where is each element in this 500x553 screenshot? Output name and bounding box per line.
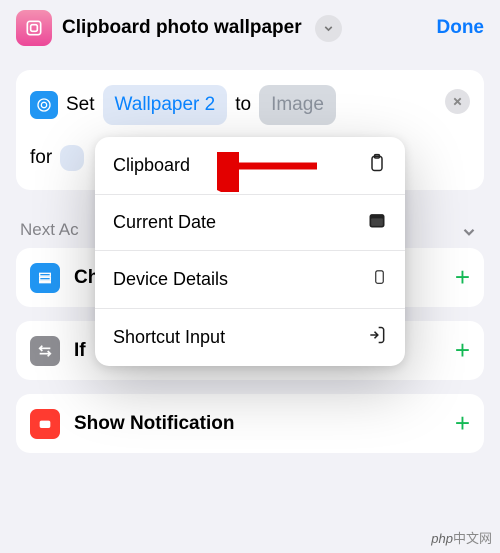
delete-action-button[interactable] (445, 89, 470, 114)
shortcut-title[interactable]: Clipboard photo wallpaper (62, 17, 302, 39)
popover-label: Clipboard (113, 155, 190, 176)
popover-label: Shortcut Input (113, 327, 225, 348)
popover-label: Device Details (113, 269, 228, 290)
title-chevron[interactable] (315, 15, 342, 42)
phone-icon (372, 266, 387, 293)
popover-label: Current Date (113, 212, 216, 233)
for-token[interactable] (60, 145, 84, 171)
popover-item-shortcut-input[interactable]: Shortcut Input (95, 309, 405, 366)
add-action-button[interactable]: + (455, 408, 470, 439)
shortcut-icon[interactable] (16, 10, 52, 46)
popover-item-current-date[interactable]: Current Date (95, 195, 405, 251)
if-icon (30, 336, 60, 366)
watermark: php中文网 (431, 528, 492, 547)
action-suggestion-row[interactable]: Show Notification + (16, 394, 484, 453)
add-action-button[interactable]: + (455, 335, 470, 366)
word-for: for (30, 141, 52, 175)
image-token[interactable]: Image (259, 85, 336, 125)
choose-menu-icon (30, 263, 60, 293)
add-action-button[interactable]: + (455, 262, 470, 293)
collapse-chevron-icon[interactable] (460, 223, 478, 246)
word-to: to (235, 88, 251, 122)
variable-picker-popover: Clipboard Current Date Device Details Sh… (95, 137, 405, 366)
action-label: If (74, 340, 86, 362)
done-button[interactable]: Done (437, 17, 485, 39)
clipboard-icon (367, 152, 387, 179)
wallpaper-token[interactable]: Wallpaper 2 (103, 85, 228, 125)
watermark-left: php (431, 531, 453, 546)
popover-item-clipboard[interactable]: Clipboard (95, 137, 405, 195)
input-icon (367, 324, 387, 351)
header: Clipboard photo wallpaper Done (0, 0, 500, 60)
calendar-icon (367, 210, 387, 235)
watermark-right: 中文网 (453, 531, 492, 546)
popover-item-device-details[interactable]: Device Details (95, 251, 405, 309)
action-label: Show Notification (74, 413, 234, 435)
notification-icon (30, 409, 60, 439)
verb-set: Set (66, 88, 95, 122)
wallpaper-action-icon (30, 91, 58, 119)
